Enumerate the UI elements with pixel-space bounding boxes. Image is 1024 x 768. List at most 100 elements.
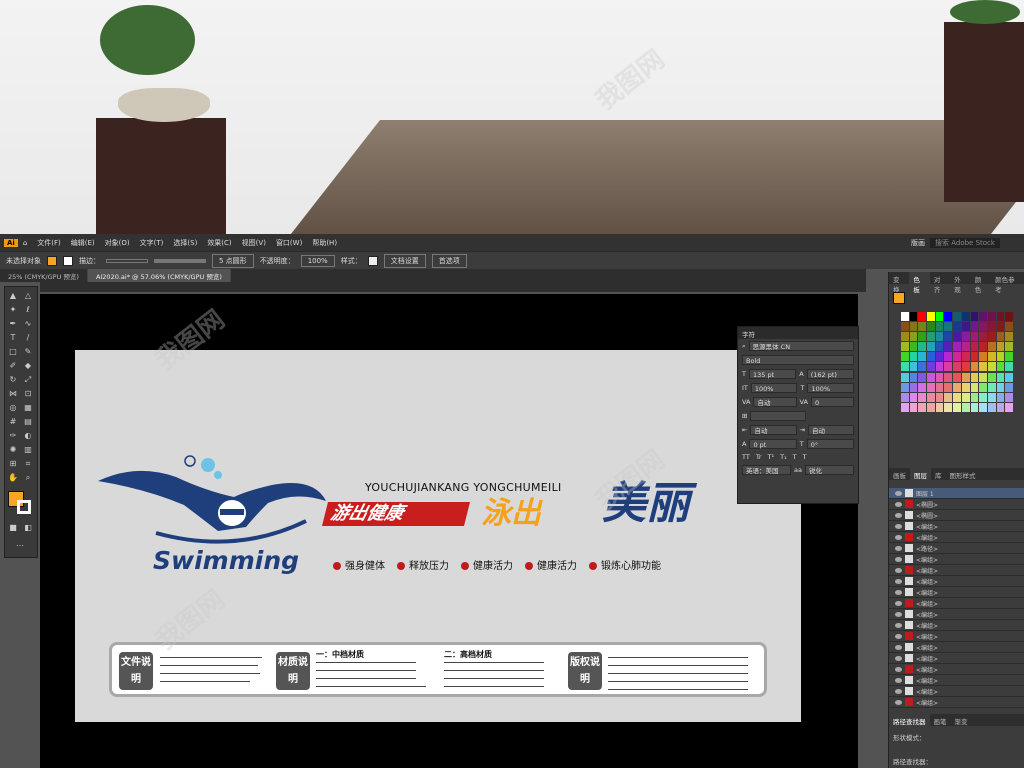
swatch-grid[interactable]	[901, 312, 1013, 412]
style-swatch[interactable]	[367, 255, 378, 266]
allcaps-icon[interactable]: TT	[742, 453, 750, 461]
swatch-chip[interactable]	[970, 372, 979, 382]
layer-row[interactable]: <路径>	[889, 543, 1024, 554]
current-fill-icon[interactable]	[893, 292, 905, 304]
swatch-chip[interactable]	[935, 332, 944, 342]
mesh-icon[interactable]: #	[8, 417, 18, 427]
swatch-chip[interactable]	[918, 362, 927, 372]
layer-row[interactable]: <编组>	[889, 686, 1024, 697]
smallcaps-icon[interactable]: Tr	[756, 453, 762, 461]
curvature-icon[interactable]: ∿	[23, 319, 33, 329]
swatch-chip[interactable]	[1005, 372, 1013, 382]
swatch-chip[interactable]	[935, 402, 944, 412]
swatch-chip[interactable]	[970, 322, 979, 332]
eyedropper-icon[interactable]: ✑	[8, 431, 18, 441]
eye-icon[interactable]	[895, 688, 902, 694]
swatch-chip[interactable]	[901, 332, 909, 342]
eye-icon[interactable]	[895, 655, 902, 661]
tab-transform[interactable]: 变换	[889, 272, 909, 294]
swatch-chip[interactable]	[901, 382, 909, 392]
eye-icon[interactable]	[895, 556, 902, 562]
swatch-chip[interactable]	[961, 382, 970, 392]
swatch-chip[interactable]	[979, 322, 987, 332]
swatch-chip[interactable]	[996, 322, 1005, 332]
swatch-chip[interactable]	[953, 402, 961, 412]
swatch-chip[interactable]	[918, 322, 927, 332]
swatch-chip[interactable]	[987, 402, 996, 412]
rectangle-tool-icon[interactable]: □	[8, 347, 18, 357]
type-tool-icon[interactable]: T	[8, 333, 18, 343]
swatch-chip[interactable]	[927, 362, 935, 372]
stroke-weight[interactable]	[106, 258, 148, 263]
swatch-chip[interactable]	[909, 392, 918, 402]
swatch-chip[interactable]	[927, 382, 935, 392]
swatch-chip[interactable]	[909, 342, 918, 352]
swatch-chip[interactable]	[970, 402, 979, 412]
baseline-input[interactable]: 0 pt	[749, 439, 797, 449]
swatch-chip[interactable]	[944, 342, 953, 352]
swatch-chip[interactable]	[944, 382, 953, 392]
layer-row[interactable]: <编组>	[889, 697, 1024, 708]
swatch-chip[interactable]	[996, 402, 1005, 412]
swatch-chip[interactable]	[927, 312, 935, 321]
swatch-chip[interactable]	[909, 402, 918, 412]
swatch-chip[interactable]	[944, 332, 953, 342]
eye-icon[interactable]	[895, 622, 902, 628]
tab-gradient[interactable]: 渐变	[951, 714, 972, 726]
swatch-chip[interactable]	[970, 382, 979, 392]
swatch-chip[interactable]	[970, 352, 979, 362]
tab-layers[interactable]: 图层	[910, 468, 931, 480]
swatch-chip[interactable]	[935, 322, 944, 332]
swatch-chip[interactable]	[909, 372, 918, 382]
eye-icon[interactable]	[895, 578, 902, 584]
swatch-chip[interactable]	[979, 342, 987, 352]
swatch-chip[interactable]	[944, 322, 953, 332]
swatch-chip[interactable]	[909, 312, 918, 321]
layer-row[interactable]: <编组>	[889, 521, 1024, 532]
swatch-chip[interactable]	[961, 352, 970, 362]
swatch-chip[interactable]	[953, 352, 961, 362]
tab-graphic-styles[interactable]: 图形样式	[946, 468, 980, 480]
swatch-chip[interactable]	[909, 332, 918, 342]
eye-icon[interactable]	[895, 545, 902, 551]
swatch-chip[interactable]	[901, 362, 909, 372]
layer-row[interactable]: <编组>	[889, 675, 1024, 686]
swatch-chip[interactable]	[961, 322, 970, 332]
swatch-chip[interactable]	[944, 362, 953, 372]
lasso-icon[interactable]: ℓ	[23, 305, 33, 315]
swatch-chip[interactable]	[1005, 342, 1013, 352]
swatch-chip[interactable]	[953, 362, 961, 372]
vertical-scale-input[interactable]: 100%	[750, 383, 798, 393]
tsume-input[interactable]	[750, 411, 807, 421]
swatch-chip[interactable]	[901, 372, 909, 382]
menu-view[interactable]: 视图(V)	[237, 238, 271, 248]
swatch-chip[interactable]	[987, 372, 996, 382]
layer-row[interactable]: <编组>	[889, 653, 1024, 664]
graph-icon[interactable]: ▥	[23, 445, 33, 455]
swatch-chip[interactable]	[909, 382, 918, 392]
menu-select[interactable]: 选择(S)	[168, 238, 202, 248]
swatch-chip[interactable]	[996, 362, 1005, 372]
magic-wand-icon[interactable]: ✦	[8, 305, 18, 315]
swatch-chip[interactable]	[996, 392, 1005, 402]
subscript-icon[interactable]: T₁	[780, 453, 787, 461]
layer-row[interactable]: <编组>	[889, 565, 1024, 576]
aki-left-input[interactable]: 自动	[750, 425, 797, 435]
swatch-chip[interactable]	[944, 402, 953, 412]
eye-icon[interactable]	[895, 567, 902, 573]
swatch-chip[interactable]	[970, 332, 979, 342]
swatch-chip[interactable]	[961, 372, 970, 382]
swatch-chip[interactable]	[996, 312, 1005, 321]
swatch-chip[interactable]	[918, 402, 927, 412]
tab-libraries[interactable]: 库	[931, 468, 946, 480]
slice-icon[interactable]: ⌗	[23, 459, 33, 469]
tab-appearance[interactable]: 外观	[950, 272, 970, 294]
width-icon[interactable]: ⋈	[8, 389, 18, 399]
swatch-chip[interactable]	[961, 392, 970, 402]
menu-effect[interactable]: 效果(C)	[202, 238, 236, 248]
swatch-chip[interactable]	[927, 372, 935, 382]
tab-brushes[interactable]: 画笔	[930, 714, 951, 726]
swatch-chip[interactable]	[944, 372, 953, 382]
swatch-chip[interactable]	[961, 312, 970, 321]
eye-icon[interactable]	[895, 512, 902, 518]
